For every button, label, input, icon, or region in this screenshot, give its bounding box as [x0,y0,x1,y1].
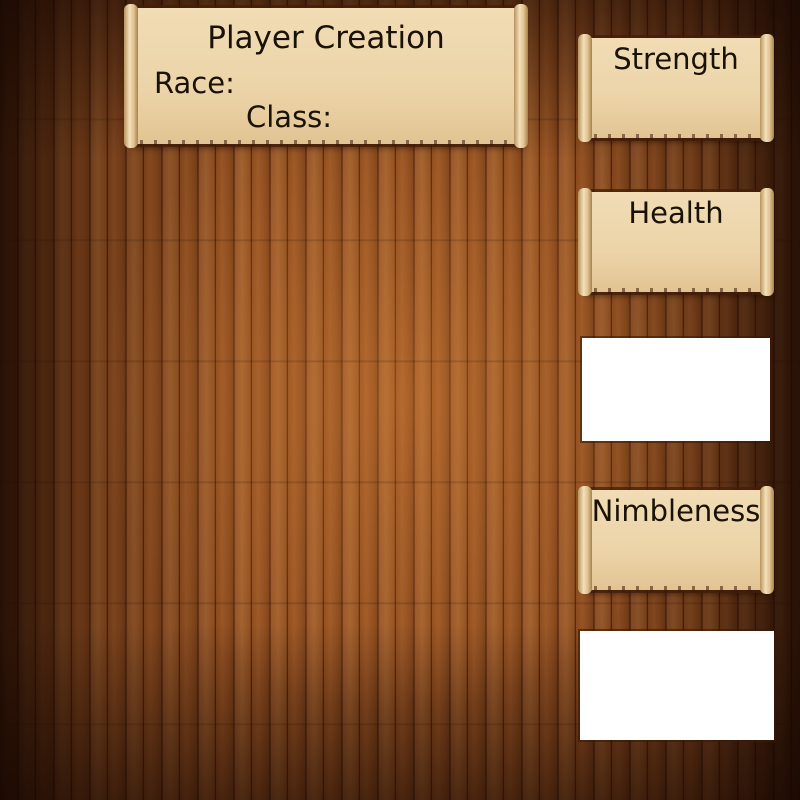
nimbleness-panel: Nimbleness [578,486,774,594]
scroll-torn-edge [140,140,512,146]
scroll-torn-edge [594,288,758,294]
player-creation-panel: Player Creation Race: Class: [124,4,528,148]
blank-stat-box [580,631,774,740]
strength-label: Strength [613,42,739,76]
nimbleness-label: Nimbleness [591,494,761,528]
strength-panel: Strength [578,34,774,142]
class-label: Class: [246,100,333,134]
health-label: Health [628,196,724,230]
page-title: Player Creation [207,20,445,56]
scroll-torn-edge [594,586,758,592]
scroll-torn-edge [594,134,758,140]
race-label: Race: [154,66,235,100]
blank-stat-box [582,338,770,441]
health-panel: Health [578,188,774,296]
